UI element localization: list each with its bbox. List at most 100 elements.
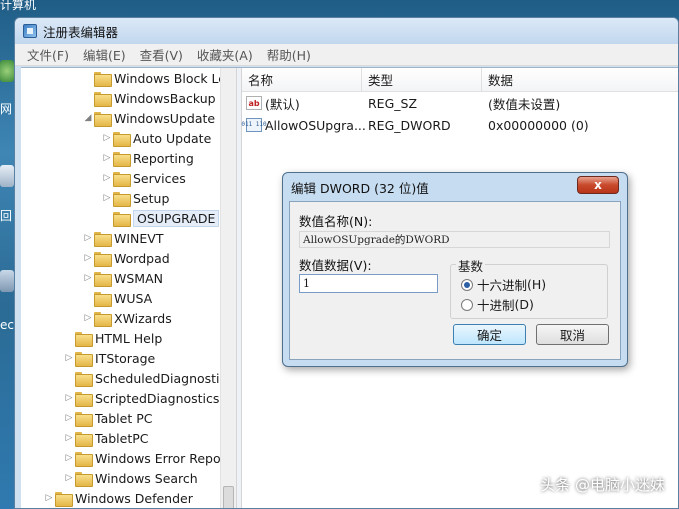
network-desktop-icon[interactable] (0, 60, 14, 82)
expand-arrow-icon[interactable]: ◢ (82, 113, 94, 123)
tree-node-label: ITStorage (95, 350, 156, 366)
menu-favorites[interactable]: 收藏夹(A) (197, 45, 253, 64)
folder-icon (113, 191, 131, 207)
expand-arrow-icon[interactable]: ▷ (63, 353, 75, 363)
value-data: (数值未设置) (488, 96, 561, 112)
tree-node-label: Auto Update (133, 130, 212, 146)
recycle-bin-desktop-icon[interactable] (0, 165, 14, 187)
binary-value-icon: 011 110 (241, 118, 267, 132)
tree-node-label: TabletPC (95, 430, 149, 446)
tree-node-label: WSMAN (114, 270, 163, 286)
folder-icon (75, 371, 93, 387)
tree-node-label: Reporting (133, 150, 194, 166)
tree-node[interactable]: Windows Block Le (82, 68, 226, 88)
tree-node[interactable]: ▷ WSMAN (82, 268, 163, 288)
folder-icon (75, 331, 93, 347)
value-data-label: 数值数据(V): (299, 258, 372, 273)
tree-node[interactable]: ▷ Windows Defender (43, 488, 193, 508)
expand-arrow-icon[interactable]: ▷ (82, 313, 94, 323)
tree-node[interactable]: ▷ ScriptedDiagnosticsP (63, 388, 227, 408)
tree-node[interactable]: ▷ ITStorage (63, 348, 155, 368)
expand-arrow-icon[interactable]: ▷ (63, 473, 75, 483)
desktop-icon-label: ec (0, 318, 14, 332)
radio-decimal[interactable]: 十进制 (D) (461, 295, 534, 314)
menu-edit[interactable]: 编辑(E) (83, 45, 126, 64)
tree-node[interactable]: ◢ WindowsUpdate (82, 108, 215, 128)
expand-arrow-icon[interactable]: ▷ (82, 253, 94, 263)
value-row-allowosupgrade[interactable]: 011 110 AllowOSUpgra... REG_DWORD 0x0000… (241, 115, 678, 135)
column-header-type[interactable]: 类型 (362, 68, 482, 92)
desktop-app-icon[interactable] (0, 270, 14, 292)
tree-node[interactable]: ▷ TabletPC (63, 428, 149, 448)
base-group: 基数 十六进制 (H) 十进制 (D) (450, 256, 608, 319)
value-row-default[interactable]: ab (默认) REG_SZ (数值未设置) (242, 93, 678, 113)
value-name-field: AllowOSUpgrade的DWORD (299, 231, 610, 248)
window-title: 注册表编辑器 (43, 24, 119, 40)
value-type: REG_SZ (368, 95, 418, 111)
column-header-name[interactable]: 名称 (242, 68, 362, 92)
tree-node[interactable]: ▷ Auto Update (101, 128, 211, 148)
tree-node-label: XWizards (114, 310, 172, 326)
tree-node[interactable]: HTML Help (63, 328, 162, 348)
expand-arrow-icon[interactable]: ▷ (82, 233, 94, 243)
tree-node[interactable]: ▷ XWizards (82, 308, 172, 328)
tree-node[interactable]: ▷ Windows Search (63, 468, 198, 488)
tree-node[interactable]: ScheduledDiagnostics (63, 368, 233, 388)
value-data-input[interactable]: 1 (299, 274, 438, 293)
window-titlebar[interactable]: 注册表编辑器 (15, 18, 678, 44)
folder-icon (75, 431, 93, 447)
expand-arrow-icon[interactable]: ▷ (101, 153, 113, 163)
folder-icon (94, 271, 112, 287)
tree-node-label: Windows Defender (75, 490, 193, 506)
tree-node-label: WindowsBackup (114, 90, 216, 106)
tree-node[interactable]: ▷ Setup (101, 188, 169, 208)
watermark-text: 头条 @电脑小迷妹 (540, 476, 665, 494)
tree-node-label: WindowsUpdate (114, 110, 216, 126)
tree-node-label: ScheduledDiagnostics (95, 370, 233, 386)
folder-icon (113, 211, 131, 227)
tree-node-label: Tablet PC (95, 410, 153, 426)
tree-scrollbar-thumb[interactable] (223, 486, 234, 508)
tree-node[interactable]: OSUPGRADE (101, 208, 220, 228)
folder-icon (94, 311, 112, 327)
tree-node-label: Setup (133, 190, 170, 206)
menu-file[interactable]: 文件(F) (27, 45, 69, 64)
tree-node[interactable]: ▷ WINEVT (82, 228, 163, 248)
tree-node[interactable]: ▷ Windows Error Repo (63, 448, 221, 468)
expand-arrow-icon[interactable]: ▷ (101, 173, 113, 183)
menu-help[interactable]: 帮助(H) (267, 45, 311, 64)
tree-node[interactable]: WindowsBackup (82, 88, 216, 108)
tree-node-label: Windows Error Repo (95, 450, 221, 466)
expand-arrow-icon[interactable]: ▷ (43, 493, 55, 503)
tree-node[interactable]: WUSA (82, 288, 152, 308)
radio-hexadecimal[interactable]: 十六进制 (H) (461, 275, 546, 294)
expand-arrow-icon[interactable]: ▷ (63, 433, 75, 443)
tree-node[interactable]: ▷ Tablet PC (63, 408, 152, 428)
folder-icon (94, 71, 112, 87)
tree-node[interactable]: ▷ Reporting (101, 148, 194, 168)
base-legend: 基数 (456, 256, 486, 275)
radio-unselected-icon (461, 298, 473, 311)
tree-node[interactable]: ▷ Services (101, 168, 186, 188)
expand-arrow-icon[interactable]: ▷ (63, 413, 75, 423)
folder-icon (75, 471, 93, 487)
column-header-data[interactable]: 数据 (482, 68, 678, 92)
expand-arrow-icon[interactable]: ▷ (101, 193, 113, 203)
expand-arrow-icon[interactable]: ▷ (63, 393, 75, 403)
expand-arrow-icon[interactable]: ▷ (101, 133, 113, 143)
menu-bar: 文件(F) 编辑(E) 查看(V) 收藏夹(A) 帮助(H) (15, 44, 678, 66)
tree-node[interactable]: ▷ Wordpad (82, 248, 170, 268)
value-name: (默认) (265, 96, 300, 112)
tree-node-label: Services (133, 170, 186, 186)
folder-icon (75, 411, 93, 427)
expand-arrow-icon[interactable]: ▷ (82, 273, 94, 283)
dialog-titlebar[interactable]: 编辑 DWORD (32 位)值 (283, 173, 627, 201)
ok-button[interactable]: 确定 (453, 324, 526, 345)
close-button[interactable]: x (577, 176, 619, 194)
cancel-button[interactable]: 取消 (536, 324, 609, 345)
tree-scrollbar[interactable] (220, 68, 236, 508)
menu-view[interactable]: 查看(V) (140, 45, 183, 64)
folder-icon (113, 171, 131, 187)
desktop-computer-label: 计算机 (0, 0, 37, 12)
expand-arrow-icon[interactable]: ▷ (63, 453, 75, 463)
